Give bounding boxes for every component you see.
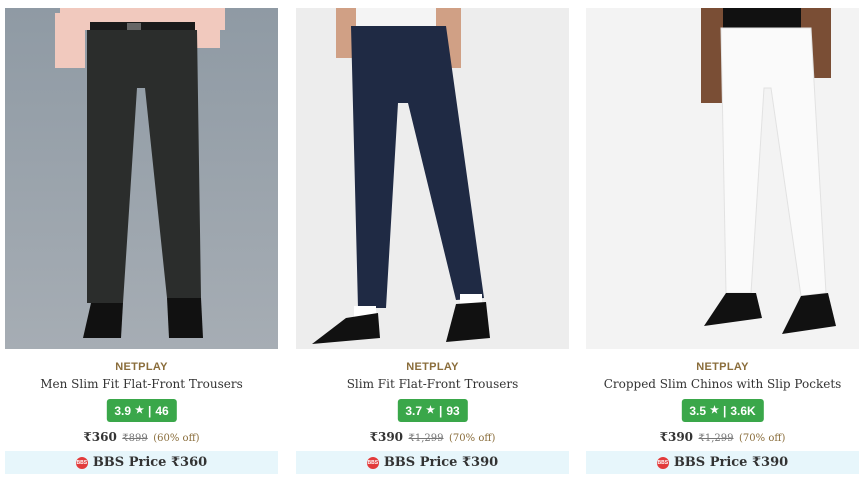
discount-label: (60% off) xyxy=(153,433,200,444)
bbs-logo-icon: BBS xyxy=(366,456,379,469)
product-image[interactable] xyxy=(5,8,278,349)
discount-label: (70% off) xyxy=(449,433,496,444)
rating-count: 46 xyxy=(155,403,169,418)
product-title[interactable]: Cropped Slim Chinos with Slip Pockets xyxy=(586,377,859,391)
rating-separator: | xyxy=(147,403,152,418)
rating-value: 3.7 xyxy=(405,403,422,418)
sale-price: ₹360 xyxy=(83,430,117,444)
product-card[interactable]: NETPLAY Slim Fit Flat-Front Trousers 3.7… xyxy=(296,8,569,478)
sale-price: ₹390 xyxy=(369,430,404,444)
rating-separator: | xyxy=(722,403,727,418)
product-grid: NETPLAY Men Slim Fit Flat-Front Trousers… xyxy=(0,0,863,485)
rating-badge: 3.7 ★ | 93 xyxy=(397,399,468,422)
price-row: ₹360 ₹899 (60% off) xyxy=(5,430,278,444)
product-image[interactable] xyxy=(296,8,569,349)
original-price: ₹1,299 xyxy=(698,433,734,444)
bbs-logo-icon: BBS xyxy=(75,456,88,469)
rating-value: 3.5 xyxy=(689,403,706,418)
price-row: ₹390 ₹1,299 (70% off) xyxy=(586,430,859,444)
rating-value: 3.9 xyxy=(114,403,131,418)
bbs-price-label: BBS Price ₹390 xyxy=(383,455,499,470)
product-title[interactable]: Men Slim Fit Flat-Front Trousers xyxy=(5,377,278,391)
rating-badge: 3.5 ★ | 3.6K xyxy=(681,399,764,422)
bbs-price-banner: BBS BBS Price ₹390 xyxy=(296,451,569,474)
product-brand: NETPLAY xyxy=(115,361,168,373)
star-icon: ★ xyxy=(135,405,144,416)
bbs-price-label: BBS Price ₹390 xyxy=(673,455,789,470)
sale-price: ₹390 xyxy=(659,430,694,444)
product-brand: NETPLAY xyxy=(406,361,459,373)
product-card[interactable]: NETPLAY Men Slim Fit Flat-Front Trousers… xyxy=(5,8,278,478)
rating-count: 93 xyxy=(446,403,460,418)
bbs-price-banner: BBS BBS Price ₹360 xyxy=(5,451,278,474)
rating-count: 3.6K xyxy=(730,403,756,418)
bbs-price-banner: BBS BBS Price ₹390 xyxy=(586,451,859,474)
product-brand: NETPLAY xyxy=(696,361,749,373)
product-card[interactable]: NETPLAY Cropped Slim Chinos with Slip Po… xyxy=(586,8,859,478)
original-price: ₹1,299 xyxy=(408,433,444,444)
bbs-price-label: BBS Price ₹360 xyxy=(92,455,208,470)
bbs-logo-icon: BBS xyxy=(656,456,669,469)
original-price: ₹899 xyxy=(122,433,148,444)
rating-separator: | xyxy=(438,403,443,418)
product-title[interactable]: Slim Fit Flat-Front Trousers xyxy=(296,377,569,391)
discount-label: (70% off) xyxy=(739,433,786,444)
price-row: ₹390 ₹1,299 (70% off) xyxy=(296,430,569,444)
product-image[interactable] xyxy=(586,8,859,349)
star-icon: ★ xyxy=(710,405,719,416)
star-icon: ★ xyxy=(426,405,435,416)
rating-badge: 3.9 ★ | 46 xyxy=(106,399,177,422)
